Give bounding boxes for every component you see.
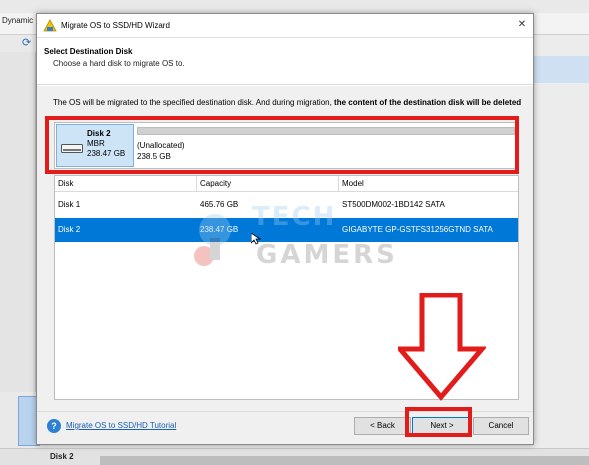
table-row-selected[interactable]: Disk 2 238.47 GB GIGABYTE GP-GSTFS31256G… (55, 218, 518, 242)
help-icon[interactable]: ? (47, 419, 61, 433)
table-header: Disk Capacity Model (55, 176, 518, 192)
highlight-disk-map (45, 116, 519, 174)
step-subtitle: Choose a hard disk to migrate OS to. (53, 59, 185, 68)
down-arrow-icon (398, 293, 486, 401)
warning-note-text: The OS will be migrated to the specified… (53, 98, 335, 107)
highlight-next-button (405, 407, 472, 437)
column-header-capacity[interactable]: Capacity (197, 176, 339, 192)
wizard-header: Select Destination Disk Choose a hard di… (37, 39, 533, 85)
close-button[interactable]: ✕ (513, 16, 531, 34)
cancel-button[interactable]: Cancel (473, 417, 529, 435)
warning-note-bold: the content of the destination disk will… (334, 98, 522, 107)
row-disk: Disk 2 (58, 225, 81, 234)
row-capacity: 465.76 GB (200, 200, 239, 209)
wizard-app-icon (43, 19, 57, 32)
mouse-cursor-icon (251, 233, 261, 245)
background-right-strip (533, 35, 589, 455)
table-row[interactable]: Disk 1 465.76 GB ST500DM002-1BD142 SATA (55, 193, 518, 217)
step-title: Select Destination Disk (44, 47, 133, 56)
column-header-model[interactable]: Model (339, 176, 518, 192)
column-header-disk[interactable]: Disk (55, 176, 197, 192)
back-button[interactable]: < Back (354, 417, 411, 435)
refresh-icon[interactable]: ⟳ (22, 37, 34, 49)
background-selected-partition (533, 56, 589, 83)
background-left-pane (0, 52, 36, 392)
background-disk-bar (100, 456, 589, 465)
row-model: ST500DM002-1BD142 SATA (342, 200, 445, 209)
title-bar: Migrate OS to SSD/HD Wizard ✕ (37, 14, 533, 38)
background-disk-label: Disk 2 (50, 452, 74, 461)
dialog-title: Migrate OS to SSD/HD Wizard (61, 21, 170, 30)
row-disk: Disk 1 (58, 200, 81, 209)
warning-note: The OS will be migrated to the specified… (53, 97, 523, 108)
tutorial-link[interactable]: Migrate OS to SSD/HD Tutorial (66, 421, 176, 430)
row-capacity: 238.47 GB (200, 225, 239, 234)
background-menu-label[interactable]: Dynamic (2, 16, 33, 25)
row-model: GIGABYTE GP-GSTFS31256GTND SATA (342, 225, 493, 234)
